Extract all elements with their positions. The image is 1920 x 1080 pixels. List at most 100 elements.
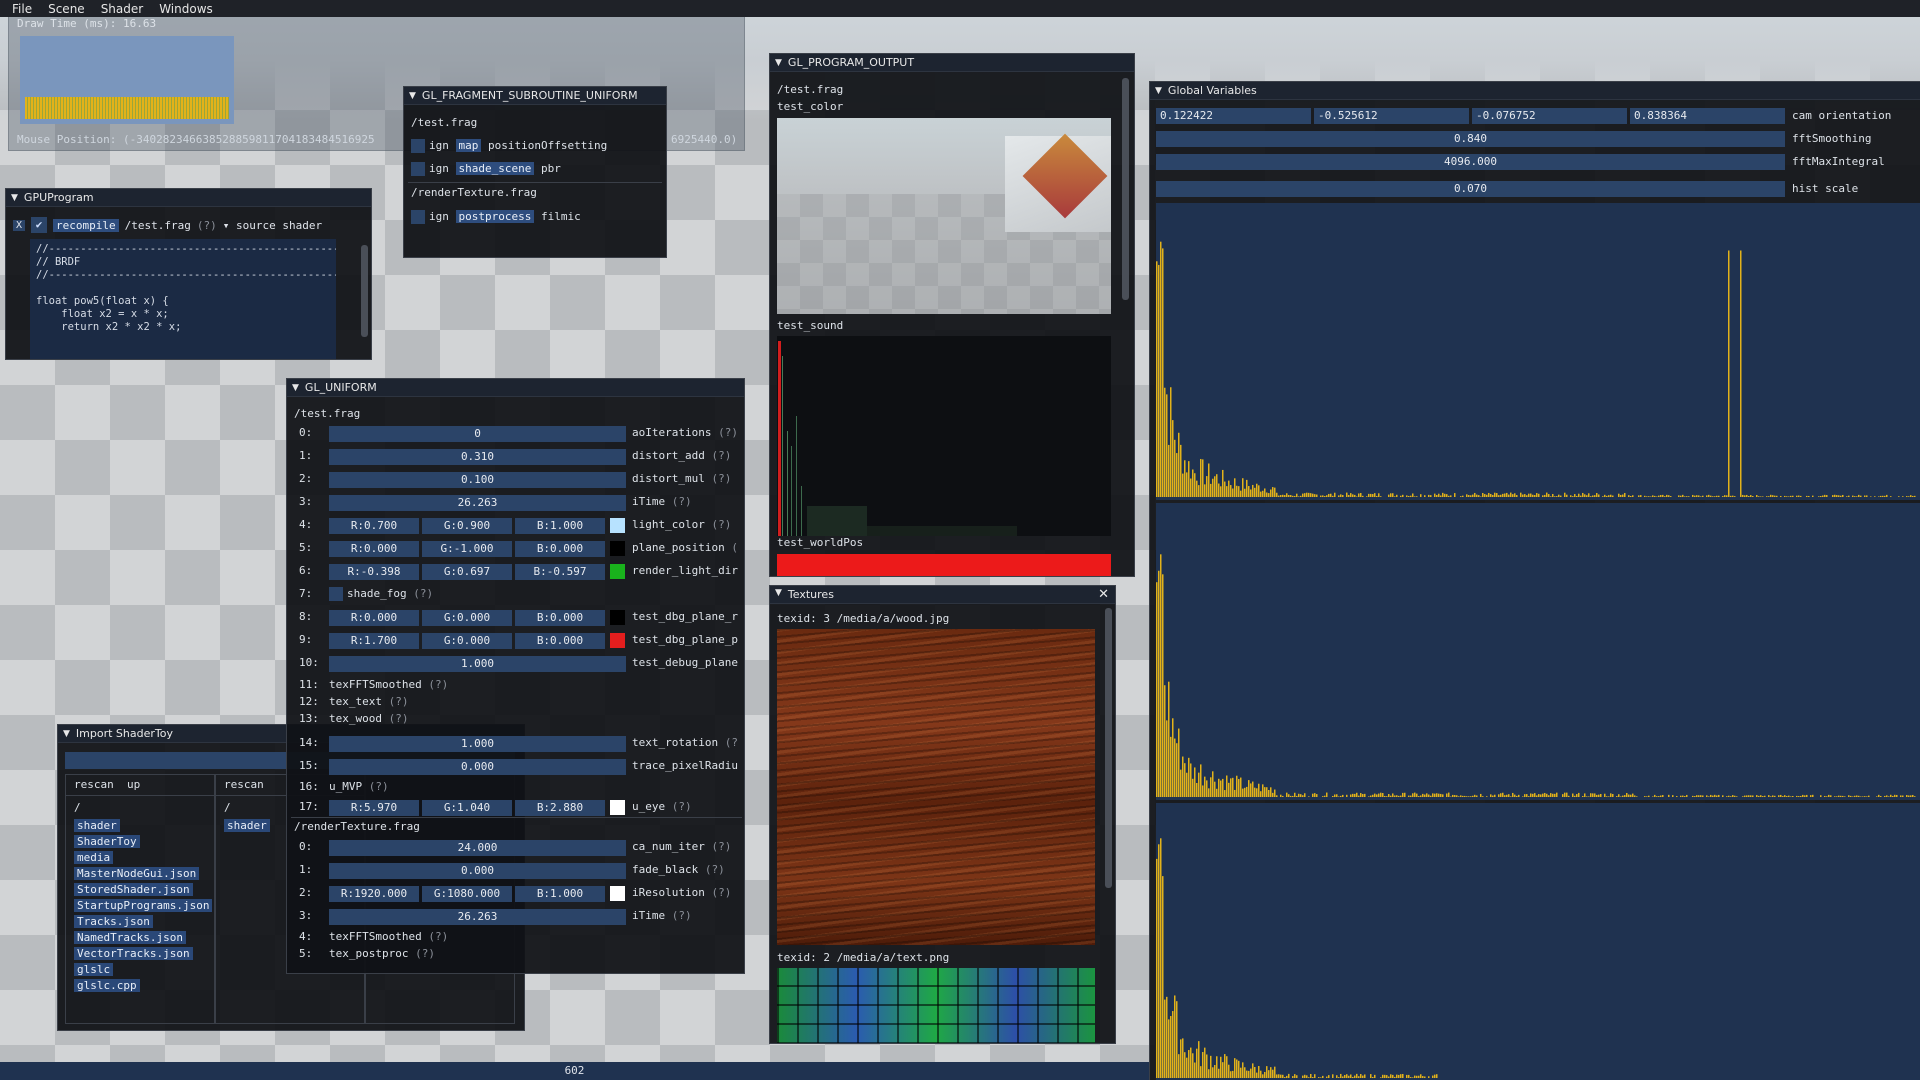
hist-scale-slider[interactable]: 0.070: [1156, 181, 1785, 197]
uniform-value-slider[interactable]: 0.000: [329, 759, 626, 775]
cam-orientation-y[interactable]: -0.525612: [1314, 108, 1469, 124]
global-titlebar[interactable]: ▼ Global Variables: [1150, 82, 1920, 100]
help-marker[interactable]: (?: [725, 736, 738, 749]
subroutine-value[interactable]: pbr: [541, 162, 561, 175]
help-marker[interactable]: (?): [415, 947, 435, 960]
list-item[interactable]: Tracks.json: [74, 915, 212, 929]
cam-orientation-z[interactable]: -0.076752: [1472, 108, 1627, 124]
color-swatch[interactable]: [610, 564, 625, 579]
collapse-arrow-icon[interactable]: ▼: [775, 588, 782, 601]
uniform-r-field[interactable]: R:1920.000: [329, 886, 419, 902]
subroutine-name[interactable]: shade_scene: [455, 162, 535, 175]
cam-orientation-w[interactable]: 0.838364: [1630, 108, 1785, 124]
shader-code-editor[interactable]: //--------------------------------------…: [30, 239, 336, 359]
collapse-arrow-icon[interactable]: ▼: [409, 91, 416, 101]
color-swatch[interactable]: [610, 800, 625, 815]
uniform-g-field[interactable]: G:1080.000: [422, 886, 512, 902]
rescan-button-2[interactable]: rescan: [224, 777, 264, 793]
uniform-b-field[interactable]: B:-0.597: [515, 564, 605, 580]
fft-max-integral-slider[interactable]: 4096.000: [1156, 154, 1785, 170]
subroutine-titlebar[interactable]: ▼ GL_FRAGMENT_SUBROUTINE_UNIFORM: [404, 87, 666, 105]
textures-titlebar[interactable]: ▼ Textures ✕: [770, 586, 1115, 604]
gpu-program-titlebar[interactable]: ▼ GPUProgram: [6, 189, 371, 207]
uniform-checkbox[interactable]: [329, 587, 343, 601]
help-marker[interactable]: (?): [389, 712, 409, 725]
close-icon[interactable]: ✕: [1098, 587, 1109, 602]
help-marker[interactable]: (?): [369, 780, 389, 793]
uniform-g-field[interactable]: G:0.000: [422, 610, 512, 626]
uniform-g-field[interactable]: G:0.000: [422, 633, 512, 649]
uniform-r-field[interactable]: R:5.970: [329, 800, 419, 816]
list-item[interactable]: shader: [224, 819, 270, 833]
help-marker[interactable]: (?): [428, 930, 448, 943]
menu-file[interactable]: File: [12, 2, 32, 16]
list-item[interactable]: ShaderToy: [74, 835, 212, 849]
uniform-g-field[interactable]: G:-1.000: [422, 541, 512, 557]
help-marker[interactable]: (?): [711, 886, 731, 899]
list-item[interactable]: glslc: [74, 963, 212, 977]
uniform-r-field[interactable]: R:0.000: [329, 541, 419, 557]
list-item[interactable]: media: [74, 851, 212, 865]
ign-checkbox[interactable]: [411, 210, 425, 224]
uniform-r-field[interactable]: R:0.000: [329, 610, 419, 626]
recompile-button[interactable]: recompile: [53, 218, 119, 232]
color-swatch[interactable]: [610, 886, 625, 901]
uniform-value-slider[interactable]: 0.000: [329, 863, 626, 879]
source-shader-dropdown[interactable]: ▾ source shader: [223, 219, 322, 232]
color-swatch[interactable]: [610, 610, 625, 625]
menu-windows[interactable]: Windows: [159, 2, 213, 16]
cam-orientation-x[interactable]: 0.122422: [1156, 108, 1311, 124]
collapse-arrow-icon[interactable]: ▼: [11, 193, 18, 203]
subroutine-name[interactable]: map: [455, 139, 482, 152]
textures-scrollbar[interactable]: [1105, 608, 1112, 888]
uniform-value-slider[interactable]: 1.000: [329, 656, 626, 672]
list-item[interactable]: StoredShader.json: [74, 883, 212, 897]
uniform-value-slider[interactable]: 0.100: [329, 472, 626, 488]
ign-checkbox[interactable]: [411, 162, 425, 176]
uniform-g-field[interactable]: G:1.040: [422, 800, 512, 816]
color-swatch[interactable]: [610, 633, 625, 648]
collapse-arrow-icon[interactable]: ▼: [775, 58, 782, 68]
help-marker[interactable]: (?): [389, 695, 409, 708]
uniform-b-field[interactable]: B:2.880: [515, 800, 605, 816]
help-marker[interactable]: (?): [672, 495, 692, 508]
help-marker[interactable]: (: [731, 541, 738, 554]
help-marker[interactable]: (?): [711, 472, 731, 485]
color-swatch[interactable]: [610, 541, 625, 556]
program-output-titlebar[interactable]: ▼ GL_PROGRAM_OUTPUT: [770, 54, 1134, 72]
uniform-g-field[interactable]: G:0.697: [422, 564, 512, 580]
subroutine-value[interactable]: positionOffsetting: [488, 139, 607, 152]
subroutine-name[interactable]: postprocess: [455, 210, 535, 223]
uniform-b-field[interactable]: B:1.000: [515, 518, 605, 534]
help-marker[interactable]: (?): [413, 587, 433, 600]
uniform-b-field[interactable]: B:1.000: [515, 886, 605, 902]
color-swatch[interactable]: [610, 518, 625, 533]
help-marker[interactable]: (?): [672, 800, 692, 813]
help-marker[interactable]: (?): [705, 863, 725, 876]
subroutine-value[interactable]: filmic: [541, 210, 581, 223]
list-item[interactable]: NamedTracks.json: [74, 931, 212, 945]
list-item[interactable]: shader: [74, 819, 212, 833]
close-program-button[interactable]: X: [13, 219, 26, 231]
uniform-r-field[interactable]: R:0.700: [329, 518, 419, 534]
rescan-button[interactable]: rescan: [74, 778, 114, 791]
list-item[interactable]: glslc.cpp: [74, 979, 212, 993]
uniform-value-slider[interactable]: 26.263: [329, 495, 626, 511]
menu-scene[interactable]: Scene: [48, 2, 85, 16]
help-marker[interactable]: (?): [197, 219, 217, 232]
uniform-value-slider[interactable]: 0: [329, 426, 626, 442]
uniform-b-field[interactable]: B:0.000: [515, 541, 605, 557]
collapse-arrow-icon[interactable]: ▼: [63, 729, 70, 739]
up-button[interactable]: up: [127, 778, 140, 791]
collapse-arrow-icon[interactable]: ▼: [1155, 86, 1162, 96]
recompile-checkbox[interactable]: ✔: [31, 217, 48, 233]
help-marker[interactable]: (?): [672, 909, 692, 922]
uniform-b-field[interactable]: B:0.000: [515, 633, 605, 649]
uniform-g-field[interactable]: G:0.900: [422, 518, 512, 534]
code-scrollbar[interactable]: [361, 245, 368, 337]
fft-smoothing-slider[interactable]: 0.840: [1156, 131, 1785, 147]
uniform-r-field[interactable]: R:1.700: [329, 633, 419, 649]
list-item[interactable]: StartupPrograms.json: [74, 899, 213, 913]
list-item[interactable]: MasterNodeGui.json: [74, 867, 212, 881]
help-marker[interactable]: (?): [718, 426, 738, 439]
